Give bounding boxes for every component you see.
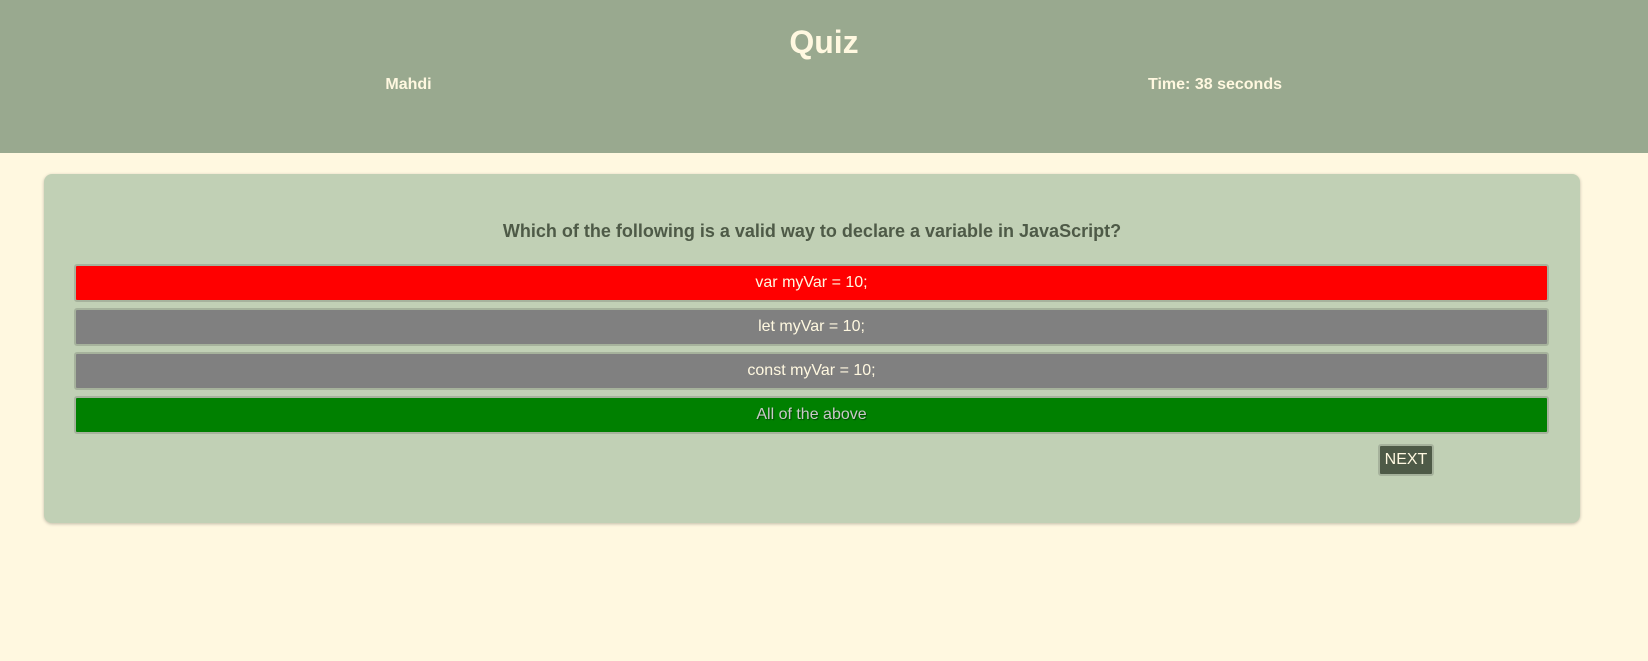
timer: Time: 38 seconds [1148,76,1282,93]
header: Quiz Mahdi Time: 38 seconds [0,0,1648,153]
answer-option-all[interactable]: All of the above [74,396,1549,434]
quiz-card: Which of the following is a valid way to… [44,174,1580,523]
question-text: Which of the following is a valid way to… [502,221,1122,241]
answer-option-const[interactable]: const myVar = 10; [74,352,1549,390]
user-name: Mahdi [385,76,432,93]
page-title: Quiz [789,24,859,60]
answer-option-var[interactable]: var myVar = 10; [74,264,1549,302]
answer-option-let[interactable]: let myVar = 10; [74,308,1549,346]
next-button[interactable]: NEXT [1378,444,1434,476]
